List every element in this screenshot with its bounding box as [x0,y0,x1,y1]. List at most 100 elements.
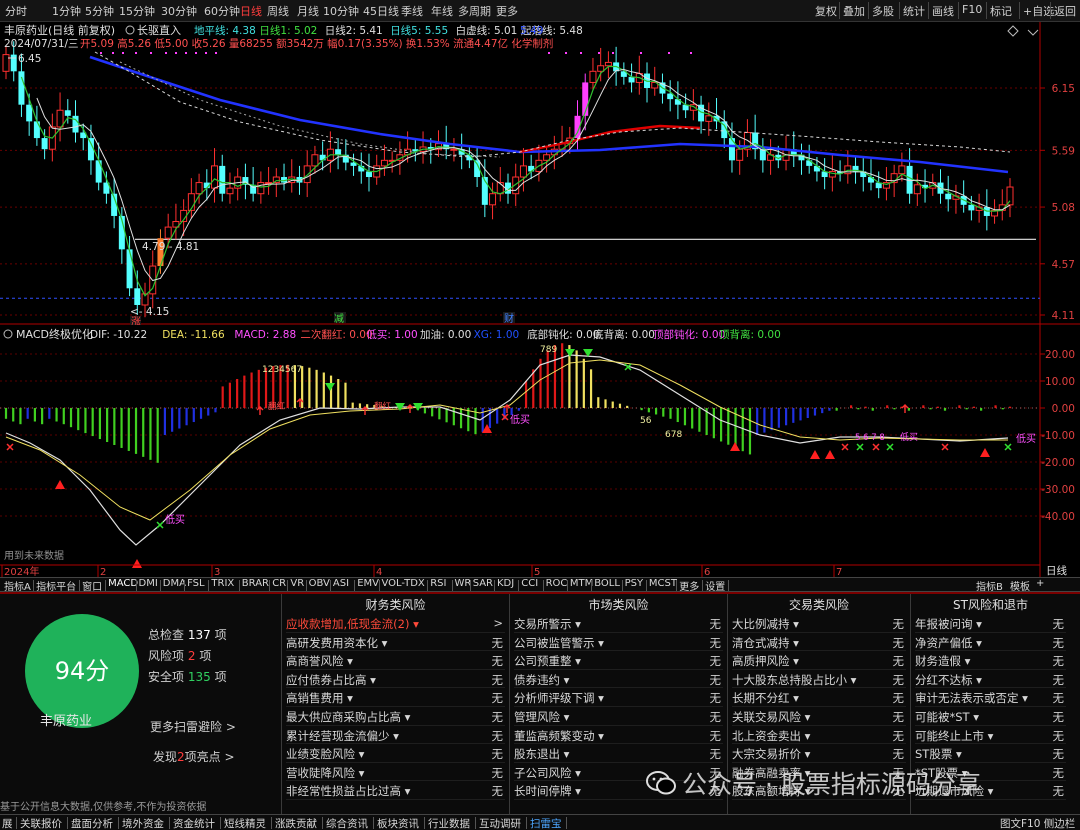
risk-item[interactable]: 公司被监管警示 ▾ 无 [514,633,723,652]
indicator-tab-7[interactable]: TRIX [211,578,234,589]
bottom-tab-5[interactable]: 短线精灵 [224,816,266,830]
period-tab-0[interactable]: 分时 [5,3,27,19]
risk-item[interactable]: 可能被*ST ▾ 无 [915,707,1066,726]
indicator-tab-24[interactable]: MCST [649,578,677,589]
risk-item[interactable]: 分析师评级下调 ▾ 无 [514,688,723,707]
bottom-tab-8[interactable]: 板块资讯 [377,816,419,830]
bottom-tab-6[interactable]: 涨跌贡献 [275,816,317,830]
candlestick-chart[interactable]: 6.155.595.084.574.116.45<- 4.154.79 - 4.… [0,22,1080,325]
risk-item[interactable]: 股东退出 ▾ 无 [514,744,723,763]
risk-item[interactable]: 北上资金卖出 ▾ 无 [732,726,906,745]
risk-item[interactable]: 债券违约 ▾ 无 [514,670,723,689]
toolbar-button-3[interactable]: 统计 [903,3,925,19]
bottom-tab-0[interactable]: 展 [2,816,13,830]
risk-item[interactable]: 累计经营现金流偏少 ▾ 无 [286,726,505,745]
indicator-right-1[interactable]: 模板 [1010,578,1030,593]
indicator-tab-23[interactable]: PSY [625,578,644,589]
indicator-right-0[interactable]: 指标B [976,578,1003,593]
indicator-tab-2[interactable]: 窗口 [82,578,102,593]
risk-item[interactable]: 管理风险 ▾ 无 [514,707,723,726]
bottom-tab-2[interactable]: 盘面分析 [71,816,113,830]
indicator-tab-9[interactable]: CR [272,578,286,589]
indicator-tab-3[interactable]: MACD [108,578,138,589]
risk-item[interactable]: 长期不分红 ▾ 无 [732,688,906,707]
indicator-tab-8[interactable]: BRAR [242,578,269,589]
toolbar-button-5[interactable]: F10 [962,3,982,16]
indicator-tab-12[interactable]: ASI [333,578,349,589]
risk-item[interactable]: 分红不达标 ▾ 无 [915,670,1066,689]
risk-item[interactable]: 应付债券占比高 ▾ 无 [286,670,505,689]
period-tab-10[interactable]: 45日线 [363,3,399,19]
bottom-tab-9[interactable]: 行业数据 [428,816,470,830]
period-tab-6[interactable]: 日线 [240,3,262,19]
period-tab-7[interactable]: 周线 [267,3,289,19]
risk-item[interactable]: 最大供应商采购占比高 ▾ 无 [286,707,505,726]
toolbar-button-8[interactable]: 返回 [1054,3,1076,19]
macd-chart[interactable]: 20.00 10.00 0.00 -10.00 -20.00 -30.00 -40.00 低买… [0,325,1080,577]
bottom-tab-4[interactable]: 资金统计 [173,816,215,830]
risk-item[interactable]: 财务造假 ▾ 无 [915,651,1066,670]
bottom-right-links[interactable]: 图文F10 侧边栏 [1000,816,1075,830]
indicator-tab-5[interactable]: DMA [163,578,186,589]
risk-item[interactable]: 营收陡降风险 ▾ 无 [286,763,505,782]
indicator-tab-21[interactable]: MTM [570,578,593,589]
period-tab-4[interactable]: 30分钟 [161,3,197,19]
risk-item[interactable]: 高销售费用 ▾ 无 [286,688,505,707]
indicator-tab-13[interactable]: EMV [357,578,379,589]
period-tab-8[interactable]: 月线 [297,3,319,19]
indicator-tab-14[interactable]: VOL-TDX [382,578,425,589]
risk-item[interactable]: 审计无法表示或否定 ▾ 无 [915,688,1066,707]
period-tab-1[interactable]: 1分钟 [52,3,81,19]
risk-item[interactable]: 年报被问询 ▾ 无 [915,614,1066,633]
toolbar-button-4[interactable]: 画线 [932,3,954,19]
indicator-tab-25[interactable]: 更多 [679,578,699,593]
bottom-tab-1[interactable]: 关联报价 [20,816,62,830]
risk-item[interactable]: 业绩变脸风险 ▾ 无 [286,744,505,763]
indicator-tab-17[interactable]: SAR [473,578,493,589]
indicator-tab-22[interactable]: BOLL [594,578,620,589]
indicator-tab-0[interactable]: 指标A [4,578,31,593]
risk-item[interactable]: 关联交易风险 ▾ 无 [732,707,906,726]
toolbar-button-2[interactable]: 多股 [872,3,894,19]
risk-item[interactable]: 非经常性损益占比过高 ▾ 无 [286,781,505,800]
toolbar-button-6[interactable]: 标记 [990,3,1012,19]
highlights-link[interactable]: 发现2项亮点 > [153,748,235,765]
toolbar-button-0[interactable]: 复权 [815,3,837,19]
period-tab-2[interactable]: 5分钟 [85,3,114,19]
bottom-tab-7[interactable]: 综合资讯 [326,816,368,830]
period-tab-11[interactable]: 季线 [401,3,423,19]
period-tab-5[interactable]: 60分钟 [204,3,240,19]
period-tab-14[interactable]: 更多 [496,3,518,19]
risk-item[interactable]: 清仓式减持 ▾ 无 [732,633,906,652]
bottom-tab-10[interactable]: 互动调研 [479,816,521,830]
toolbar-button-1[interactable]: 叠加 [843,3,865,19]
period-tab-12[interactable]: 年线 [431,3,453,19]
indicator-tab-20[interactable]: ROC [546,578,568,589]
period-tab-3[interactable]: 15分钟 [119,3,155,19]
risk-item[interactable]: 可能终止上市 ▾ 无 [915,726,1066,745]
risk-item[interactable]: 交易所警示 ▾ 无 [514,614,723,633]
risk-item[interactable]: 大比例减持 ▾ 无 [732,614,906,633]
indicator-tab-19[interactable]: CCI [521,578,538,589]
indicator-tab-6[interactable]: FSL [187,578,205,589]
indicator-tab-1[interactable]: 指标平台 [36,578,76,593]
more-scan-link[interactable]: 更多扫雷避险 > [150,718,236,735]
risk-item[interactable]: 高研发费用资本化 ▾ 无 [286,633,505,652]
risk-item[interactable]: ST股票 ▾ 无 [915,744,1066,763]
indicator-tab-26[interactable]: 设置 [705,578,725,593]
period-tab-9[interactable]: 10分钟 [323,3,359,19]
indicator-tab-10[interactable]: VR [290,578,304,589]
risk-item[interactable]: 十大股东总持股占比小 ▾ 无 [732,670,906,689]
indicator-tab-4[interactable]: DMI [139,578,158,589]
indicator-tab-15[interactable]: RSI [430,578,446,589]
indicator-tab-18[interactable]: KDJ [497,578,514,589]
risk-item[interactable]: 净资产偏低 ▾ 无 [915,633,1066,652]
risk-item[interactable]: 应收款增加,低现金流(2) ▾ > [286,614,505,633]
indicator-right-2[interactable]: + [1036,578,1044,589]
bottom-tab-11[interactable]: 扫雷宝 [530,816,562,830]
bottom-tab-3[interactable]: 境外资金 [122,816,164,830]
risk-item[interactable]: 大宗交易折价 ▾ 无 [732,744,906,763]
indicator-tab-11[interactable]: OBV [309,578,330,589]
risk-item[interactable]: 公司预重整 ▾ 无 [514,651,723,670]
risk-item[interactable]: 高质押风险 ▾ 无 [732,651,906,670]
